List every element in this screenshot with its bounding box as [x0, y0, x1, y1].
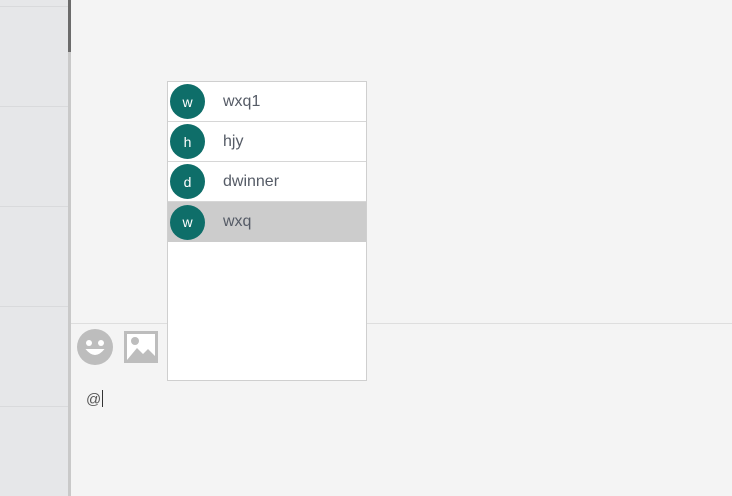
- text-caret: [102, 390, 104, 407]
- avatar: d: [170, 164, 205, 199]
- mention-name: wxq: [223, 213, 252, 230]
- avatar: w: [170, 84, 205, 119]
- message-input-value: @: [86, 391, 102, 408]
- mention-name: dwinner: [223, 172, 280, 190]
- mention-name: wxq1: [223, 92, 261, 110]
- conversation-item[interactable]: [0, 106, 68, 207]
- avatar: w: [170, 204, 205, 240]
- conversation-sidebar: [0, 0, 68, 496]
- emoji-button[interactable]: [77, 329, 113, 365]
- mention-item-dwinner[interactable]: d dwinner: [168, 162, 366, 202]
- mention-item-wxq1[interactable]: w wxq1: [168, 82, 366, 122]
- conversation-item[interactable]: [0, 306, 68, 407]
- avatar: h: [170, 124, 205, 159]
- mention-item-wxq[interactable]: w wxq: [168, 202, 366, 242]
- image-icon: [124, 331, 158, 363]
- chat-app: @ w wxq1 h hjy d dwinner w wxq: [0, 0, 732, 496]
- mention-name: hjy: [223, 132, 244, 150]
- mention-dropdown: w wxq1 h hjy d dwinner w wxq: [167, 81, 367, 381]
- image-upload-button[interactable]: [123, 329, 159, 365]
- emoji-icon: [77, 329, 113, 365]
- mention-item-hjy[interactable]: h hjy: [168, 122, 366, 162]
- conversation-item[interactable]: [0, 206, 68, 307]
- message-input[interactable]: @: [86, 390, 104, 408]
- composer-toolbar: [77, 329, 169, 365]
- conversation-item[interactable]: [0, 6, 68, 107]
